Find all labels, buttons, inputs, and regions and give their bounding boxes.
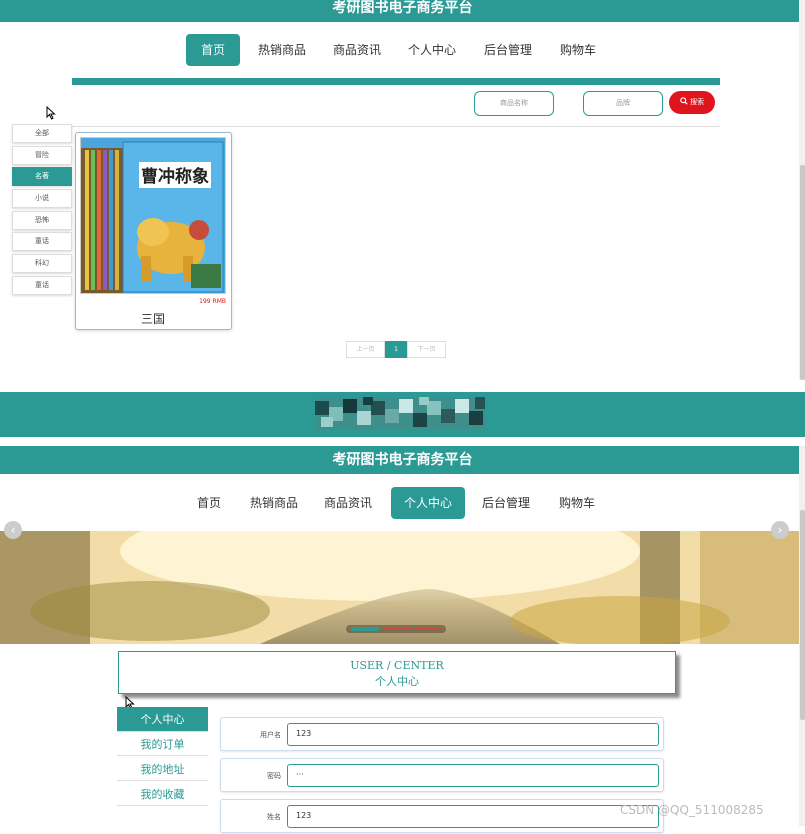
form-row-name: 姓名 123 [220, 799, 664, 833]
search-button[interactable]: 搜索 [669, 91, 715, 114]
name-field[interactable]: 123 [287, 805, 659, 828]
brand-search-input[interactable]: 品牌 [583, 91, 663, 116]
pagination-page-1[interactable]: 1 [385, 341, 407, 358]
nav-user-center-2[interactable]: 个人中心 [391, 487, 465, 519]
user-center-title-en: USER / CENTER [350, 659, 444, 672]
product-name-search-input[interactable]: 商品名称 [474, 91, 554, 116]
side-menu-my-address[interactable]: 我的地址 [117, 758, 208, 781]
banner-carousel[interactable] [0, 531, 805, 644]
nav-admin[interactable]: 后台管理 [478, 34, 538, 66]
password-label: 密码 [267, 772, 281, 780]
category-scifi[interactable]: 科幻 [12, 254, 72, 273]
nav-product-news[interactable]: 商品资讯 [327, 34, 387, 66]
side-menu-my-favorites[interactable]: 我的收藏 [117, 783, 208, 806]
mouse-cursor-icon [46, 106, 56, 120]
content-divider [72, 126, 720, 127]
category-all[interactable]: 全部 [12, 124, 72, 143]
category-horror[interactable]: 恐怖 [12, 211, 72, 230]
nav-hot-products[interactable]: 热销商品 [252, 34, 312, 66]
search-button-label: 搜索 [690, 98, 705, 106]
header-divider-strip [72, 78, 720, 85]
nav-product-news-2[interactable]: 商品资讯 [318, 487, 378, 519]
product-name[interactable]: 三国 [80, 310, 226, 327]
password-field[interactable]: ··· [287, 764, 659, 787]
category-novel[interactable]: 小说 [12, 189, 72, 208]
nav-hot-products-2[interactable]: 热销商品 [244, 487, 304, 519]
user-center-header: USER / CENTER 个人中心 [118, 651, 676, 694]
carousel-dot-3[interactable] [415, 628, 441, 630]
carousel-next-arrow[interactable]: › [771, 521, 789, 539]
book-cover-art: 曹冲称象 [81, 138, 225, 293]
book-cover-title: 曹冲称象 [141, 166, 209, 187]
name-label: 姓名 [267, 813, 281, 821]
nav-user-center[interactable]: 个人中心 [402, 34, 462, 66]
category-fairy-tale-2[interactable]: 童话 [12, 276, 72, 295]
nav-admin-2[interactable]: 后台管理 [476, 487, 536, 519]
scrollbar-thumb-top[interactable] [800, 165, 805, 380]
pagination-next[interactable]: 下一页 [407, 341, 446, 358]
search-icon [680, 97, 688, 105]
side-menu-user-center[interactable]: 个人中心 [117, 707, 208, 732]
username-field[interactable]: 123 [287, 723, 659, 746]
product-price: 199 RMB [199, 298, 226, 305]
category-classics[interactable]: 名著 [12, 167, 72, 186]
carousel-prev-arrow[interactable]: ‹ [4, 521, 22, 539]
nav-cart[interactable]: 购物车 [552, 34, 604, 66]
nav-home[interactable]: 首页 [186, 34, 240, 66]
nav-home-2[interactable]: 首页 [185, 487, 233, 519]
scrollbar-thumb-bottom[interactable] [800, 510, 805, 720]
user-center-title-cn: 个人中心 [375, 675, 419, 688]
side-menu-my-orders[interactable]: 我的订单 [117, 733, 208, 756]
app-title-top: 考研图书电子商务平台 [0, 0, 805, 22]
carousel-dot-1[interactable] [351, 627, 379, 631]
form-row-password: 密码 ··· [220, 758, 664, 792]
category-fairy-tale[interactable]: 童话 [12, 232, 72, 251]
app-title-bottom: 考研图书电子商务平台 [0, 446, 805, 474]
csdn-watermark: CSDN @QQ_511008285 [620, 803, 764, 817]
category-adventure[interactable]: 冒险 [12, 146, 72, 165]
product-cover-image[interactable]: 曹冲称象 [80, 137, 226, 294]
username-label: 用户名 [260, 731, 281, 739]
nav-cart-2[interactable]: 购物车 [550, 487, 604, 519]
carousel-indicators [346, 625, 446, 633]
carousel-dot-2[interactable] [383, 628, 411, 630]
form-row-username: 用户名 123 [220, 717, 664, 751]
pagination-prev[interactable]: 上一页 [346, 341, 385, 358]
pixelated-redaction [315, 397, 485, 429]
